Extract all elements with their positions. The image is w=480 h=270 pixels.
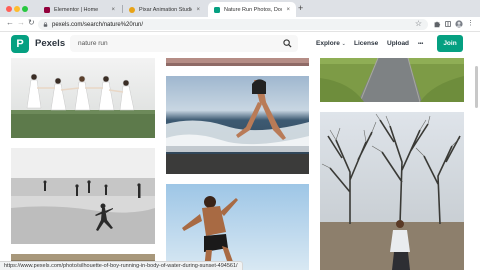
- photo-man-running-shirtless[interactable]: [166, 184, 309, 270]
- explore-label: Explore: [316, 40, 340, 47]
- photo-beach-runner-legs[interactable]: [166, 76, 309, 174]
- explore-menu[interactable]: Explore ⌄: [316, 40, 346, 47]
- new-tab-button[interactable]: +: [298, 3, 303, 13]
- chrome-menu-icon[interactable]: ⋮: [467, 19, 474, 27]
- reading-list-icon[interactable]: [444, 20, 452, 28]
- pexels-logo-icon[interactable]: P: [11, 35, 29, 53]
- upload-link[interactable]: Upload: [387, 40, 409, 47]
- photo-image: [11, 58, 155, 138]
- bookmark-star-icon[interactable]: ☆: [415, 19, 422, 28]
- tab-pixar[interactable]: Pixar Animation Studios ×: [123, 2, 206, 17]
- search-icon[interactable]: [283, 39, 292, 48]
- lock-icon: [43, 22, 48, 27]
- profile-avatar-icon[interactable]: [455, 20, 463, 28]
- tab-pexels-active[interactable]: Nature Run Photos, Download ×: [208, 2, 296, 17]
- pexels-favicon-icon: [214, 6, 220, 13]
- elementor-favicon-icon: [44, 6, 50, 13]
- address-text: pexels.com/search/nature%20run/: [52, 21, 144, 28]
- chevron-down-icon: ⌄: [341, 41, 346, 47]
- window-maximize-button[interactable]: [22, 6, 28, 12]
- tab-close-icon[interactable]: ×: [111, 7, 115, 13]
- pixar-favicon-icon: [129, 6, 135, 13]
- browser-toolbar: ← → ↻ pexels.com/search/nature%20run/ ☆ …: [0, 17, 480, 32]
- join-button[interactable]: Join: [437, 35, 463, 52]
- tab-title: Elementor | Home: [54, 6, 99, 13]
- link-status-bubble: https://www.pexels.com/photo/silhouette-…: [0, 261, 243, 270]
- back-arrow-icon[interactable]: ←: [6, 18, 14, 27]
- address-bar[interactable]: pexels.com/search/nature%20run/ ☆: [38, 19, 428, 30]
- scrollbar-thumb[interactable]: [475, 66, 478, 108]
- tab-close-icon[interactable]: ×: [286, 7, 290, 13]
- photo-top-partial[interactable]: [166, 58, 309, 66]
- photo-image: [320, 58, 464, 102]
- window-minimize-button[interactable]: [14, 6, 20, 12]
- window-close-button[interactable]: [6, 6, 12, 12]
- photo-country-road[interactable]: [320, 58, 464, 102]
- photo-image: [166, 58, 309, 66]
- search-input[interactable]: nature run: [70, 35, 298, 52]
- photo-image: [166, 184, 309, 270]
- photo-image: [11, 148, 155, 244]
- tab-title: Nature Run Photos, Download: [224, 6, 282, 13]
- extensions-puzzle-icon[interactable]: [433, 20, 441, 28]
- photo-runner-beach-silhouette[interactable]: [11, 148, 155, 244]
- forward-arrow-icon[interactable]: →: [17, 18, 25, 27]
- more-menu-icon[interactable]: •••: [418, 41, 423, 47]
- reload-icon[interactable]: ↻: [28, 18, 35, 27]
- browser-tab-strip: Elementor | Home × Pixar Animation Studi…: [0, 0, 480, 17]
- logo-letter: P: [16, 38, 24, 50]
- tab-title: Pixar Animation Studios: [139, 6, 193, 13]
- search-value: nature run: [78, 40, 108, 47]
- license-link[interactable]: License: [354, 40, 378, 47]
- site-header: P Pexels nature run Explore ⌄ License Up…: [0, 32, 480, 56]
- tab-elementor[interactable]: Elementor | Home ×: [38, 2, 121, 17]
- photo-image: [166, 76, 309, 174]
- photo-women-running-field[interactable]: [11, 58, 155, 138]
- photo-image: [320, 112, 464, 270]
- logo-wordmark[interactable]: Pexels: [35, 38, 65, 49]
- tab-close-icon[interactable]: ×: [196, 7, 200, 13]
- photo-woman-running-park[interactable]: [320, 112, 464, 270]
